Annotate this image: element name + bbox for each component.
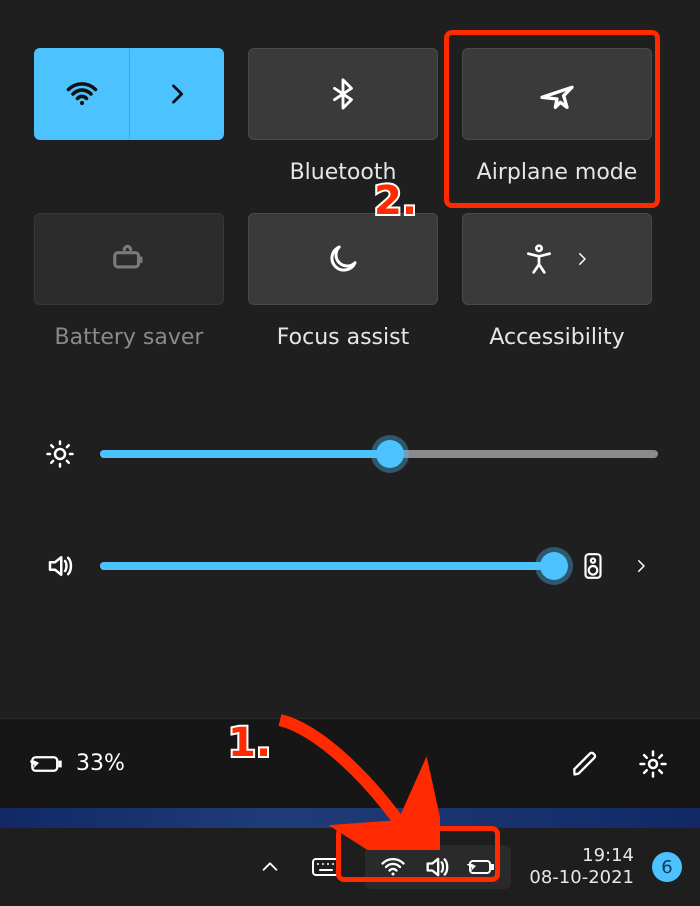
panel-footer: 33% <box>0 718 700 808</box>
airplane-tile-wrap: Airplane mode <box>462 48 652 185</box>
brightness-slider-row <box>42 434 658 474</box>
chevron-up-icon <box>259 856 281 878</box>
wifi-tile[interactable] <box>34 48 224 140</box>
bluetooth-label: Bluetooth <box>290 160 397 185</box>
accessibility-label: Accessibility <box>489 325 624 350</box>
gear-icon <box>638 749 668 779</box>
focus-assist-label: Focus assist <box>277 325 409 350</box>
quick-settings-tiles: Bluetooth Airplane mode Battery saver <box>0 0 700 350</box>
battery-status[interactable]: 33% <box>30 751 125 776</box>
airplane-mode-tile[interactable] <box>462 48 652 140</box>
quick-settings-panel: Bluetooth Airplane mode Battery saver <box>0 0 700 808</box>
airplane-icon <box>537 74 577 114</box>
taskbar-time: 19:14 <box>529 845 634 868</box>
wifi-expand[interactable] <box>129 49 223 139</box>
brightness-icon <box>42 439 78 469</box>
volume-icon <box>423 853 451 881</box>
sliders-section <box>0 350 700 586</box>
battery-saver-tile[interactable] <box>34 213 224 305</box>
battery-charging-icon <box>467 856 497 878</box>
wifi-tile-wrap <box>34 48 224 185</box>
volume-slider[interactable] <box>100 562 554 570</box>
pencil-icon <box>571 750 599 778</box>
edit-quick-settings-button[interactable] <box>568 747 602 781</box>
touch-keyboard-button[interactable] <box>309 850 343 884</box>
battery-saver-icon <box>110 240 148 278</box>
system-tray <box>253 845 511 889</box>
battery-saver-tile-wrap: Battery saver <box>34 213 224 350</box>
settings-button[interactable] <box>636 747 670 781</box>
chevron-right-icon <box>163 80 191 108</box>
network-volume-battery-tray[interactable] <box>365 845 511 889</box>
taskbar-clock[interactable]: 19:14 08-10-2021 <box>529 845 634 890</box>
bluetooth-tile-wrap: Bluetooth <box>248 48 438 185</box>
accessibility-icon <box>523 243 555 275</box>
volume-icon <box>42 551 78 581</box>
wifi-toggle[interactable] <box>35 49 129 139</box>
audio-output-button[interactable] <box>576 549 610 583</box>
brightness-slider[interactable] <box>100 450 658 458</box>
battery-charging-icon <box>30 752 64 776</box>
keyboard-icon <box>311 855 341 879</box>
chevron-right-icon <box>573 250 591 268</box>
notification-badge[interactable]: 6 <box>652 852 682 882</box>
wifi-icon <box>379 853 407 881</box>
bluetooth-tile[interactable] <box>248 48 438 140</box>
audio-expand-button[interactable] <box>624 549 658 583</box>
battery-percent: 33% <box>76 751 125 776</box>
accessibility-tile-wrap: Accessibility <box>462 213 652 350</box>
airplane-label: Airplane mode <box>477 160 638 185</box>
wifi-icon <box>64 76 100 112</box>
tray-overflow-button[interactable] <box>253 850 287 884</box>
desktop-sliver <box>0 808 700 828</box>
focus-assist-tile-wrap: Focus assist <box>248 213 438 350</box>
bluetooth-icon <box>326 77 360 111</box>
accessibility-tile[interactable] <box>462 213 652 305</box>
moon-icon <box>325 241 361 277</box>
volume-slider-row <box>42 546 658 586</box>
taskbar: 19:14 08-10-2021 6 <box>0 828 700 906</box>
taskbar-date: 08-10-2021 <box>529 867 634 890</box>
focus-assist-tile[interactable] <box>248 213 438 305</box>
battery-saver-label: Battery saver <box>55 325 204 350</box>
